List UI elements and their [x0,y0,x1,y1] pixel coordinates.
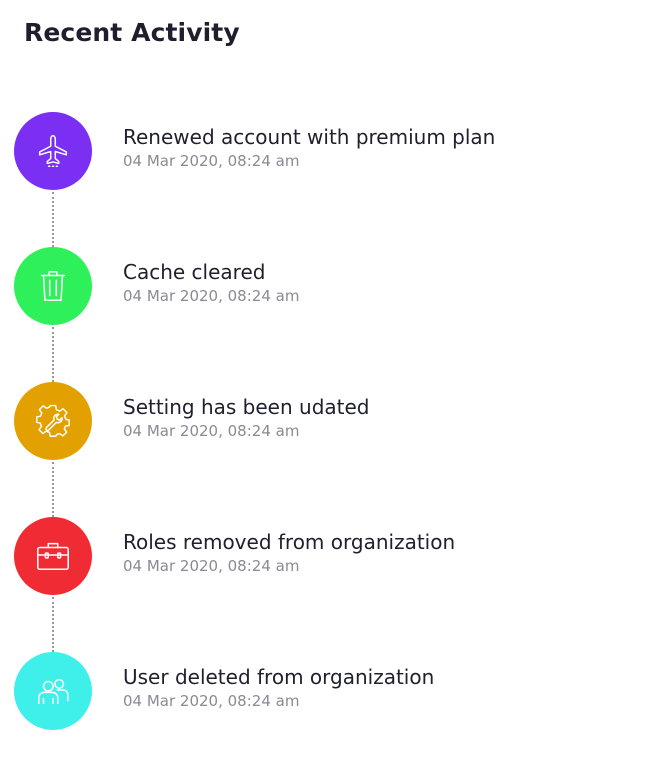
gear-wrench-icon [35,404,70,437]
timeline-connector [52,597,54,652]
timeline-connector [52,192,54,247]
activity-badge [14,247,92,325]
recent-activity-card: Recent Activity Renewed account with pre… [0,0,667,765]
activity-title: Setting has been udated [123,395,370,419]
timeline-connector [52,327,54,382]
timeline-item[interactable]: Renewed account with premium plan 04 Mar… [0,112,667,247]
timeline-item[interactable]: User deleted from organization 04 Mar 20… [0,652,667,732]
activity-text: Roles removed from organization 04 Mar 2… [123,529,643,577]
activity-text: Cache cleared 04 Mar 2020, 08:24 am [123,259,643,307]
activity-badge [14,652,92,730]
briefcase-icon [37,542,69,571]
activity-timestamp: 04 Mar 2020, 08:24 am [123,422,300,440]
activity-timestamp: 04 Mar 2020, 08:24 am [123,287,300,305]
timeline-item[interactable]: Cache cleared 04 Mar 2020, 08:24 am [0,247,667,382]
timeline-item[interactable]: Roles removed from organization 04 Mar 2… [0,517,667,652]
activity-title: Renewed account with premium plan [123,125,496,149]
activity-timestamp: 04 Mar 2020, 08:24 am [123,557,300,575]
airplane-icon [38,135,68,167]
activity-timestamp: 04 Mar 2020, 08:24 am [123,152,300,170]
activity-badge [14,517,92,595]
activity-text: User deleted from organization 04 Mar 20… [123,664,643,712]
timeline-connector [52,462,54,517]
activity-badge [14,382,92,460]
users-icon [37,678,69,705]
activity-title: User deleted from organization [123,665,435,689]
activity-text: Setting has been udated 04 Mar 2020, 08:… [123,394,643,442]
trash-icon [40,270,66,302]
activity-title: Roles removed from organization [123,530,456,554]
activity-timestamp: 04 Mar 2020, 08:24 am [123,692,300,710]
activity-text: Renewed account with premium plan 04 Mar… [123,124,643,172]
timeline-item[interactable]: Setting has been udated 04 Mar 2020, 08:… [0,382,667,517]
activity-badge [14,112,92,190]
activity-timeline: Renewed account with premium plan 04 Mar… [0,0,667,765]
activity-title: Cache cleared [123,260,266,284]
